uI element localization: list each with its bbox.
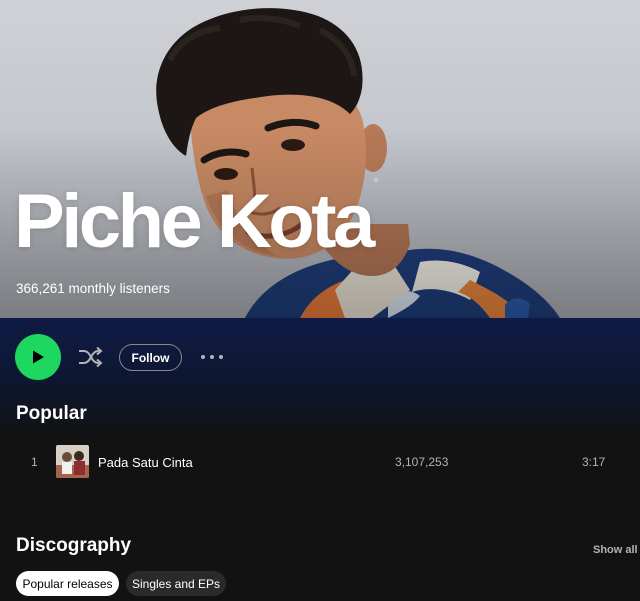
track-artwork (56, 445, 89, 478)
track-row[interactable]: 1 Pada Satu Cinta 3,107,253 3:17 (16, 443, 624, 481)
show-all-link[interactable]: Show all (593, 544, 638, 556)
more-options-icon[interactable] (199, 350, 225, 364)
track-duration: 3:17 (582, 455, 606, 469)
shuffle-icon[interactable] (77, 345, 103, 369)
track-play-count: 3,107,253 (395, 455, 449, 469)
discography-heading: Discography (16, 535, 132, 556)
monthly-listeners: 366,261 monthly listeners (16, 281, 170, 296)
track-number: 1 (31, 455, 38, 469)
track-title[interactable]: Pada Satu Cinta (98, 455, 193, 470)
play-button[interactable] (15, 334, 61, 380)
artist-name: Piche Kota (14, 179, 375, 264)
popular-heading: Popular (16, 403, 87, 424)
follow-button[interactable]: Follow (119, 344, 182, 371)
filter-singles-eps[interactable]: Singles and EPs (126, 571, 226, 596)
filter-popular-releases[interactable]: Popular releases (16, 571, 119, 596)
play-icon (33, 350, 44, 364)
hero-shade (0, 0, 640, 318)
artist-header: Piche Kota 366,261 monthly listeners (0, 0, 640, 318)
